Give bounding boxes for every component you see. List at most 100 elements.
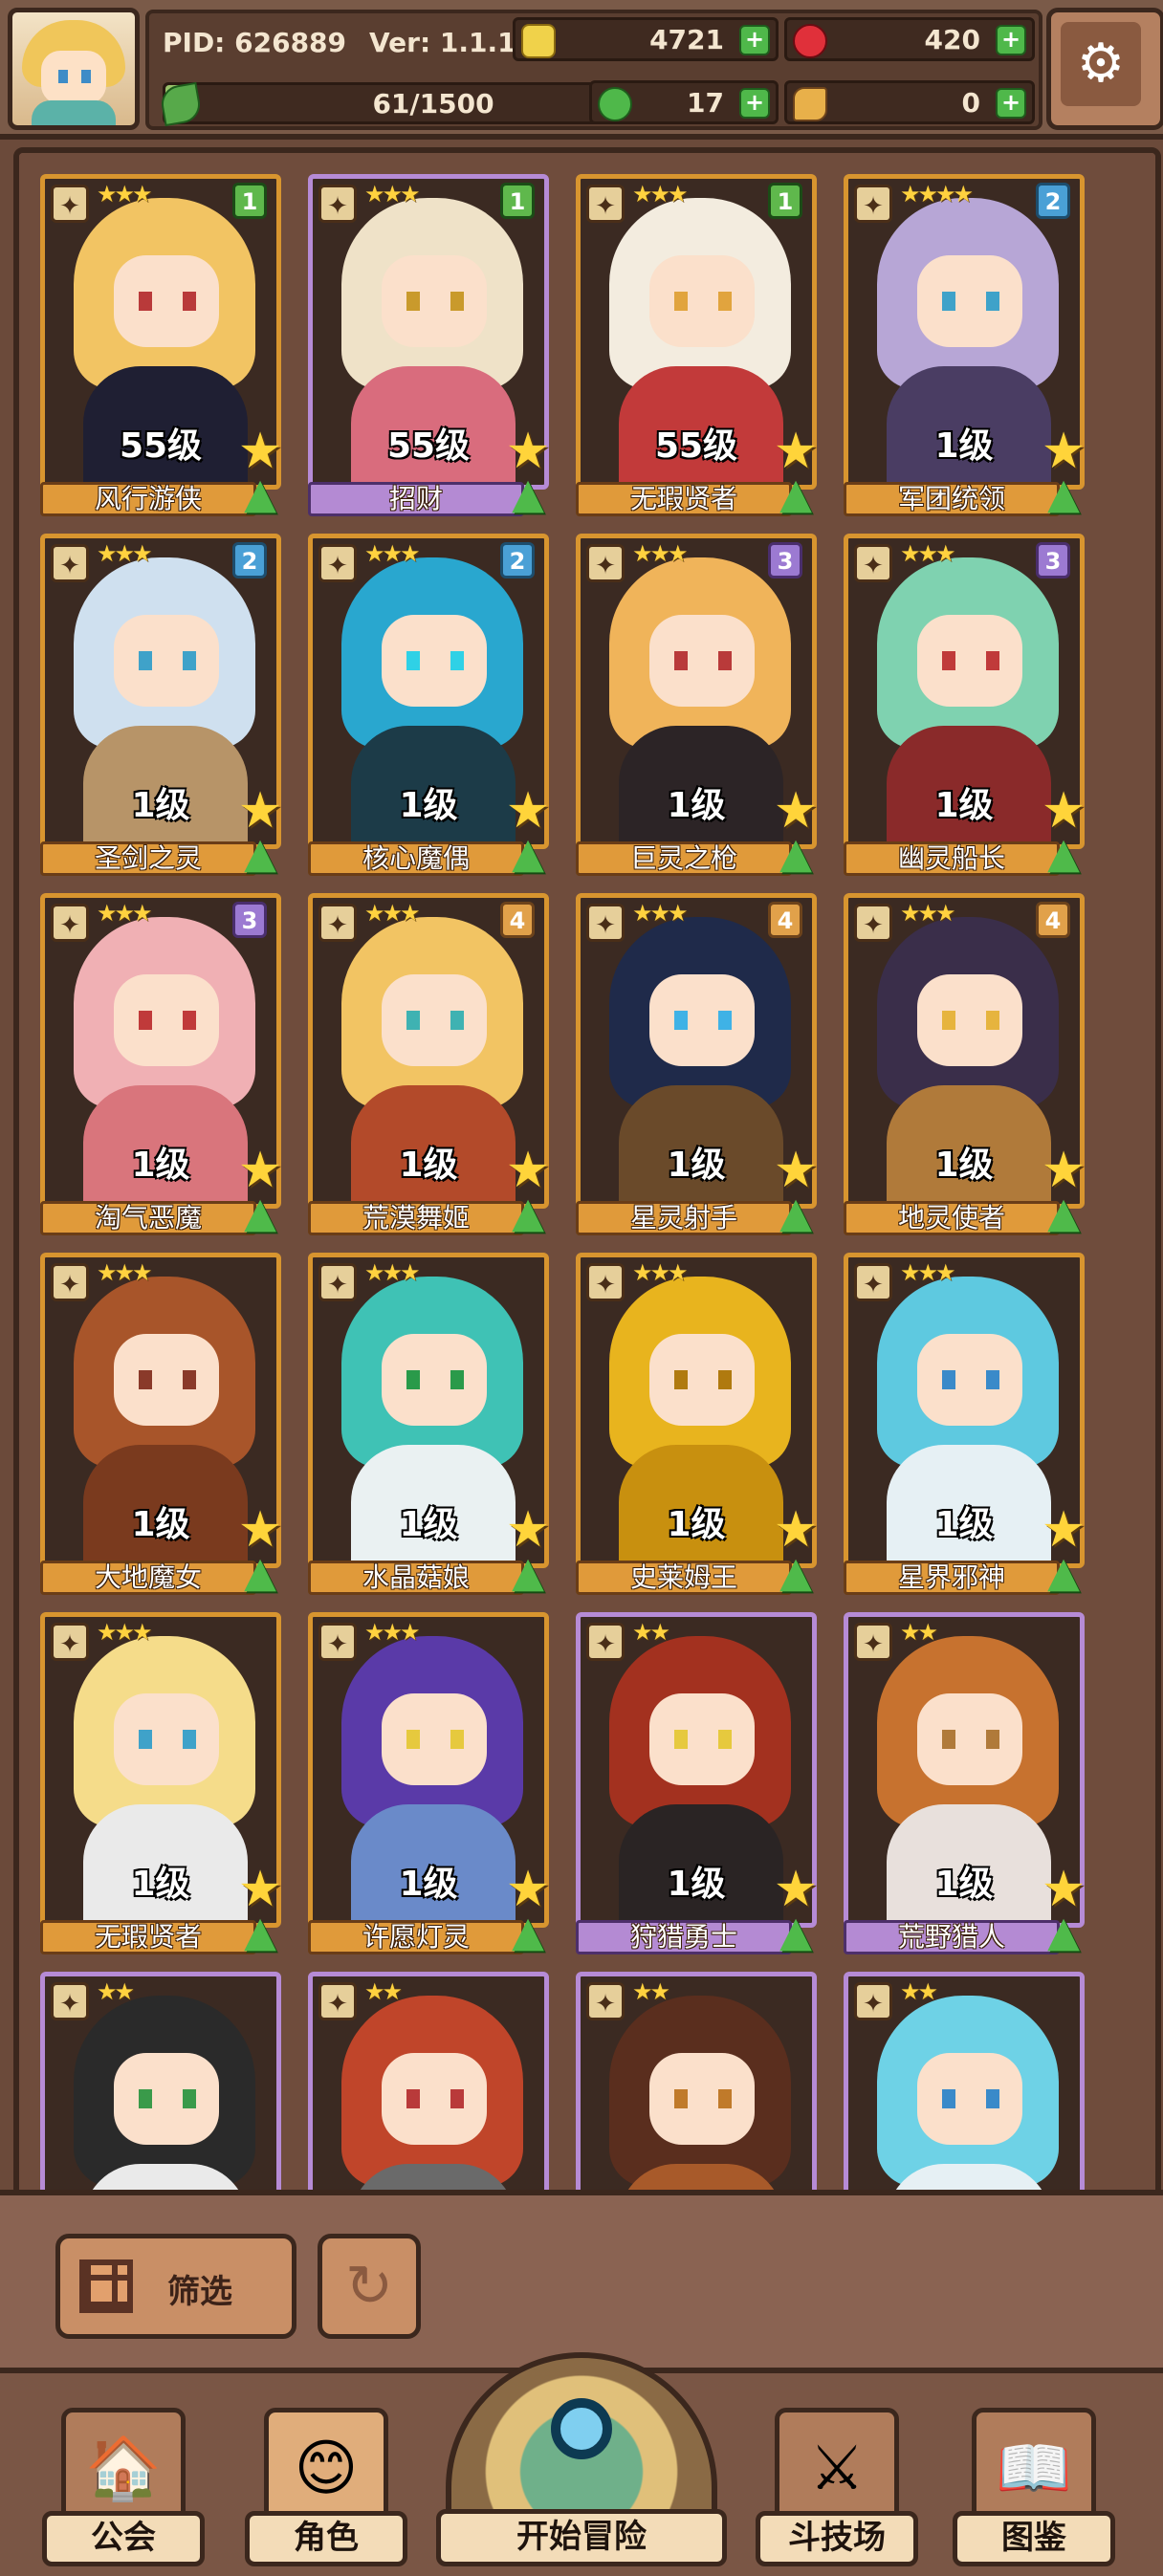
rank-badge: 4 [500,902,535,938]
rarity-stars: ★★★ [97,900,153,927]
character-card[interactable]: ✦ ★★ [308,1972,553,2194]
rarity-stars: ★★★ [97,1259,153,1286]
character-card[interactable]: ✦ ★★ 1级 狩猎勇士 ★ ▲ [576,1612,821,1954]
rank-badge: 1 [500,183,535,219]
level-up-arrow-icon: ▲ [512,829,544,878]
rarity-stars: ★★★ [364,1259,421,1286]
rarity-stars: ★★★ [632,1259,689,1286]
character-card[interactable]: ✦ ★★ [576,1972,821,2194]
card-name-bar: 无瑕贤者 [576,482,792,516]
character-name: 核心魔偶 [362,842,470,874]
rarity-stars: ★★★ [364,540,421,567]
card-name-bar: 淘气恶魔 [40,1201,256,1235]
add-gem-button[interactable]: + [996,25,1026,55]
class-icon: ✦ [51,1623,89,1661]
character-card[interactable]: ✦ ★★★ 4 1级 荒漠舞姬 ★ ▲ [308,893,553,1235]
character-card[interactable]: ✦ ★★★ 2 1级 核心魔偶 ★ ▲ [308,534,553,878]
character-name: 无瑕贤者 [629,483,737,514]
character-name: 狩猎勇士 [629,1921,737,1953]
character-card[interactable]: ✦ ★★★★ 2 1级 军团统领 ★ ▲ [844,174,1088,516]
character-card[interactable]: ✦ ★★★ 1 55级 招财 ★ ▲ [308,174,553,518]
rank-badge: 1 [232,183,267,219]
rank-badge: 1 [768,183,802,219]
character-card[interactable]: ✦ ★★★ 1级 史莱姆王 ★ ▲ [576,1253,821,1595]
rarity-stars: ★★ [900,1978,938,2005]
add-bread-button[interactable]: + [996,88,1026,119]
character-card[interactable]: ✦ ★★★ 1级 无瑕贤者 ★ ▲ [40,1612,285,1954]
level-up-arrow-icon: ▲ [512,1548,544,1597]
filter-button[interactable]: 筛选 [55,2234,296,2339]
card-frame: ✦ ★★ [576,1972,817,2194]
nav-guild[interactable]: 🏠 公会 [42,2408,205,2572]
level-up-arrow-icon: ▲ [512,1908,544,1956]
character-card[interactable]: ✦ ★★★ 3 1级 巨灵之枪 ★ ▲ [576,534,821,876]
class-icon: ✦ [586,185,625,223]
class-icon: ✦ [854,544,892,582]
character-name: 地灵使者 [897,1202,1005,1233]
rank-badge: 3 [232,902,267,938]
class-icon: ✦ [51,544,89,582]
character-name: 圣剑之灵 [94,842,202,874]
nav-roles[interactable]: 😊 角色 [245,2408,407,2572]
class-icon: ✦ [318,1623,357,1661]
rarity-stars: ★★★ [97,181,153,207]
card-name-bar: 荒野猎人 [844,1920,1060,1954]
top-bar: PID: 626889 Ver: 1.1.1.5 4721 + 420 + 61… [0,0,1163,140]
character-card[interactable]: ✦ ★★ [40,1972,285,2194]
card-name-bar: 核心魔偶 [308,841,524,876]
character-name: 招财 [388,483,443,514]
level-up-arrow-icon: ▲ [244,1189,276,1237]
rank-badge: 4 [1036,902,1070,938]
rarity-stars: ★★★ [900,1259,956,1286]
character-card[interactable]: ✦ ★★★ 1级 许愿灯灵 ★ ▲ [308,1612,553,1956]
character-grid[interactable]: ✦ ★★★ 1 55级 风行游侠 ★ ▲ ✦ ★★★ 1 55级 招财 ★ ▲ … [13,147,1161,2199]
character-card[interactable]: ✦ ★★★ 3 1级 淘气恶魔 ★ ▲ [40,893,285,1237]
rank-badge: 2 [500,542,535,579]
character-card[interactable]: ✦ ★★★ 1 55级 无瑕贤者 ★ ▲ [576,174,821,516]
character-card[interactable]: ✦ ★★★ 2 1级 圣剑之灵 ★ ▲ [40,534,285,878]
rarity-stars: ★★★ [364,181,421,207]
character-card[interactable]: ✦ ★★★ 1 55级 风行游侠 ★ ▲ [40,174,285,516]
character-card[interactable]: ✦ ★★ 1级 荒野猎人 ★ ▲ [844,1612,1088,1954]
player-id: PID: 626889 [163,27,347,58]
character-card[interactable]: ✦ ★★★ 1级 星界邪神 ★ ▲ [844,1253,1088,1595]
character-name: 风行游侠 [94,483,202,514]
character-name: 淘气恶魔 [94,1202,202,1233]
nav-codex[interactable]: 📖 图鉴 [953,2408,1115,2572]
card-name-bar: 星灵射手 [576,1201,792,1235]
character-name: 星界邪神 [897,1561,1005,1593]
class-icon: ✦ [854,1982,892,2020]
character-card[interactable]: ✦ ★★★ 4 1级 地灵使者 ★ ▲ [844,893,1088,1237]
character-card[interactable]: ✦ ★★★ 1级 水晶菇娘 ★ ▲ [308,1253,553,1597]
start-adventure-label: 开始冒险 [436,2509,727,2566]
start-adventure-button[interactable]: 开始冒险 [436,2352,727,2570]
class-icon: ✦ [854,904,892,942]
settings-button[interactable]: ⚙ [1046,8,1163,130]
nav-roles-label: 角色 [245,2511,407,2566]
nav-arena[interactable]: ⚔ 斗技场 [756,2408,918,2572]
player-avatar[interactable] [8,8,140,130]
magnifier-icon [551,2398,612,2459]
character-card[interactable]: ✦ ★★★ 1级 大地魔女 ★ ▲ [40,1253,285,1597]
class-icon: ✦ [318,185,357,223]
level-up-arrow-icon: ▲ [512,469,544,518]
level-up-arrow-icon: ▲ [1047,1189,1080,1237]
class-icon: ✦ [586,904,625,942]
gold-amount: 4721 [649,24,724,55]
character-card[interactable]: ✦ ★★★ 3 1级 幽灵船长 ★ ▲ [844,534,1088,876]
level-up-arrow-icon: ▲ [244,829,276,878]
rarity-stars: ★★★ [632,540,689,567]
gold-counter: 4721 + [513,17,779,61]
add-clover-button[interactable]: + [739,88,770,119]
character-card[interactable]: ✦ ★★★ 4 1级 星灵射手 ★ ▲ [576,893,821,1235]
add-gold-button[interactable]: + [739,25,770,55]
level-up-arrow-icon: ▲ [244,1548,276,1597]
nav-arena-label: 斗技场 [756,2511,918,2566]
card-name-bar: 风行游侠 [40,482,256,516]
rarity-stars: ★★★ [632,181,689,207]
character-name: 许愿灯灵 [362,1921,470,1953]
refresh-icon: ↻ [344,2253,394,2320]
rank-badge: 4 [768,902,802,938]
refresh-button[interactable]: ↻ [318,2234,421,2339]
character-card[interactable]: ✦ ★★ [844,1972,1088,2194]
